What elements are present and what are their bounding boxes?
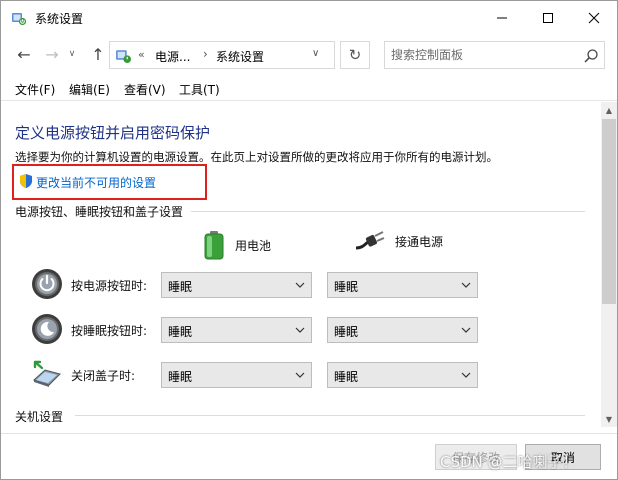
power-button-icon xyxy=(32,269,62,299)
select-value: 睡眠 xyxy=(334,280,359,294)
plugged-in-column-label: 接通电源 xyxy=(395,234,444,249)
breadcrumb-system-settings[interactable]: 系统设置 xyxy=(216,48,264,65)
sleep-button-plugged-select[interactable]: 睡眠 xyxy=(327,317,478,343)
search-icon[interactable] xyxy=(583,48,599,64)
scroll-up-icon[interactable]: ▲ xyxy=(601,102,617,118)
lid-close-battery-select[interactable]: 睡眠 xyxy=(161,362,312,388)
chevron-down-icon xyxy=(461,372,471,378)
address-bar[interactable]: « 电源... › 系统设置 ∨ xyxy=(109,41,335,69)
select-value: 睡眠 xyxy=(168,280,193,294)
menu-tools[interactable]: 工具(T) xyxy=(179,81,220,98)
vertical-scrollbar[interactable]: ▲ ▼ xyxy=(601,102,617,427)
chevron-down-icon xyxy=(295,327,305,333)
page-description: 选择要为你的计算机设置的电源设置。在此页上对设置所做的更改将应用于你所有的电源计… xyxy=(15,150,498,164)
maximize-button[interactable] xyxy=(525,1,571,35)
section-divider xyxy=(191,211,585,212)
breadcrumb-overflow-icon[interactable]: « xyxy=(138,48,145,61)
system-settings-window: 系统设置 ← → ∨ ↑ « 电源... › 系统设置 ∨ ↻ 搜索控制面板 文… xyxy=(0,0,618,480)
up-arrow-icon: ↑ xyxy=(91,44,105,64)
power-options-icon xyxy=(12,13,27,26)
window-title: 系统设置 xyxy=(35,12,84,26)
battery-column-label: 用电池 xyxy=(235,238,272,253)
chevron-down-icon xyxy=(295,282,305,288)
section-shutdown-heading: 关机设置 xyxy=(15,410,64,424)
chevron-down-icon xyxy=(461,282,471,288)
control-panel-icon xyxy=(116,50,132,64)
chevron-down-icon xyxy=(295,372,305,378)
column-battery: 用电池 xyxy=(203,230,271,260)
menu-edit[interactable]: 编辑(E) xyxy=(69,81,110,98)
section-divider xyxy=(75,415,585,416)
scroll-down-icon[interactable]: ▼ xyxy=(601,411,617,427)
scrollbar-thumb[interactable] xyxy=(602,119,616,304)
menu-view[interactable]: 查看(V) xyxy=(124,81,166,98)
watermark-text: CSDN @二哈喇子！ xyxy=(440,453,578,471)
breadcrumb-power-options[interactable]: 电源... xyxy=(155,48,190,65)
back-button[interactable]: ← xyxy=(13,43,35,65)
recent-locations-button[interactable]: ∨ xyxy=(65,43,79,65)
close-button[interactable] xyxy=(571,1,617,35)
close-icon xyxy=(588,12,600,24)
search-box[interactable] xyxy=(384,41,605,69)
address-dropdown-icon[interactable]: ∨ xyxy=(312,48,319,59)
sleep-button-battery-select[interactable]: 睡眠 xyxy=(161,317,312,343)
uac-shield-icon xyxy=(20,174,32,188)
power-button-plugged-select[interactable]: 睡眠 xyxy=(327,272,478,298)
minimize-button[interactable] xyxy=(479,1,525,35)
breadcrumb-separator-icon[interactable]: › xyxy=(203,47,208,61)
select-value: 睡眠 xyxy=(334,325,359,339)
select-value: 睡眠 xyxy=(334,370,359,384)
search-input[interactable] xyxy=(391,46,571,64)
menu-bar: 文件(F) 编辑(E) 查看(V) 工具(T) xyxy=(1,77,617,101)
change-unavailable-settings-link[interactable]: 更改当前不可用的设置 xyxy=(36,174,156,191)
battery-icon xyxy=(204,231,224,260)
forward-button[interactable]: → xyxy=(41,43,63,65)
menu-file[interactable]: 文件(F) xyxy=(15,81,55,98)
sleep-button-label: 按睡眠按钮时: xyxy=(71,324,148,338)
content-area: 定义电源按钮并启用密码保护 选择要为你的计算机设置的电源设置。在此页上对设置所做… xyxy=(1,102,601,432)
title-bar: 系统设置 xyxy=(1,1,617,35)
refresh-button[interactable]: ↻ xyxy=(340,41,370,69)
chevron-down-icon xyxy=(461,327,471,333)
up-button[interactable]: ↑ xyxy=(87,43,109,65)
select-value: 睡眠 xyxy=(168,325,193,339)
refresh-icon: ↻ xyxy=(348,46,362,64)
column-plugged-in: 接通电源 xyxy=(355,230,443,252)
power-plug-icon xyxy=(355,231,385,250)
power-button-label: 按电源按钮时: xyxy=(71,279,148,293)
minimize-icon xyxy=(497,17,507,19)
navigation-bar: ← → ∨ ↑ « 电源... › 系统设置 ∨ ↻ xyxy=(1,37,617,73)
section-power-buttons-heading: 电源按钮、睡眠按钮和盖子设置 xyxy=(15,205,184,219)
highlight-box: 更改当前不可用的设置 xyxy=(12,164,207,200)
back-arrow-icon: ← xyxy=(17,44,31,64)
lid-close-plugged-select[interactable]: 睡眠 xyxy=(327,362,478,388)
forward-arrow-icon: → xyxy=(45,44,59,64)
select-value: 睡眠 xyxy=(168,370,193,384)
laptop-lid-icon xyxy=(33,360,61,387)
power-button-battery-select[interactable]: 睡眠 xyxy=(161,272,312,298)
chevron-down-icon: ∨ xyxy=(68,49,76,59)
lid-close-label: 关闭盖子时: xyxy=(71,369,136,383)
maximize-icon xyxy=(543,13,553,23)
sleep-button-icon xyxy=(32,314,62,344)
page-title: 定义电源按钮并启用密码保护 xyxy=(15,124,211,142)
